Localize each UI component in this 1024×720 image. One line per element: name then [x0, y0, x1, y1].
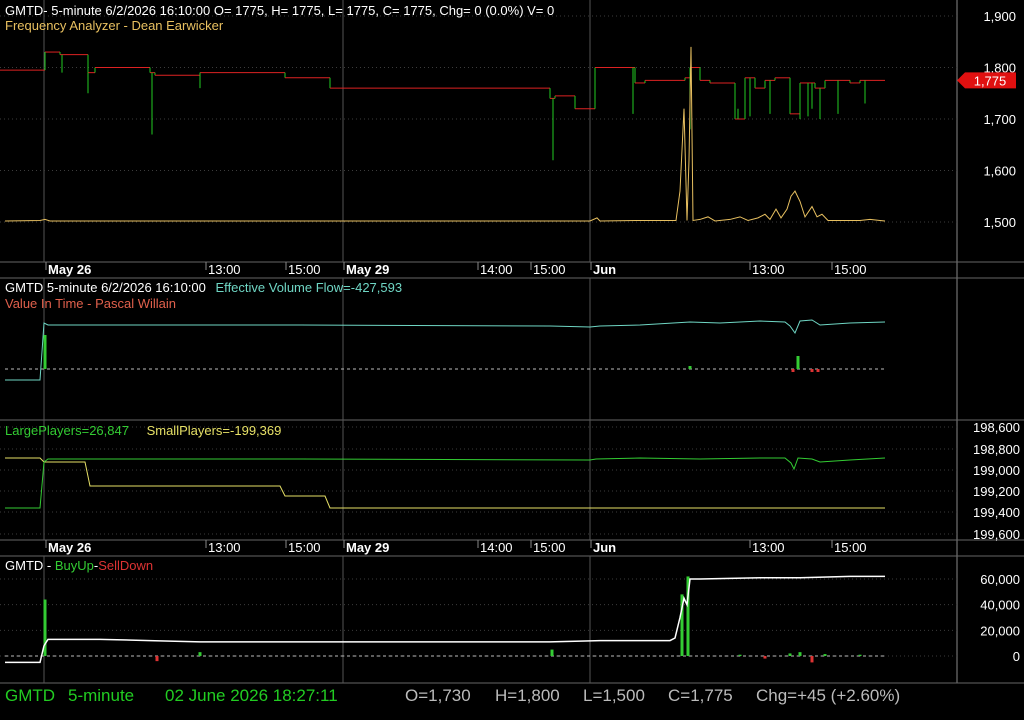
- x-tick-label: 15:00: [288, 262, 321, 277]
- x-tick-label: Jun: [593, 262, 616, 277]
- pane1-header: GMTD- 5-minute 6/2/2026 16:10:00 O= 1775…: [5, 3, 555, 18]
- selldown-bar: [810, 656, 814, 663]
- price-y-tick-label: 1,500: [983, 215, 1016, 230]
- chart-canvas: 1,5001,6001,7001,8001,9001,775May 26 13:0…: [0, 0, 1024, 720]
- x-tick-label: May 29: [346, 540, 389, 555]
- x-tick-label: 13:00: [208, 262, 241, 277]
- x-tick-label: 14:00: [480, 540, 513, 555]
- selldown-bar: [155, 656, 159, 662]
- x-tick-label: May 26: [48, 262, 91, 277]
- players-y-tick-label: 199,600: [973, 527, 1020, 542]
- status-bar: GMTD 5-minute 02 June 2026 18:27:11 O=1,…: [0, 684, 1024, 708]
- players-y-tick-label: 198,800: [973, 442, 1020, 457]
- vit-bar: [816, 369, 820, 372]
- vit-bar: [796, 356, 800, 369]
- status-symbol: GMTD: [5, 686, 56, 705]
- x-tick-label: 13:00: [752, 262, 785, 277]
- status-low: L=1,500: [583, 686, 645, 705]
- status-interval: 5-minute: [68, 686, 135, 705]
- status-datetime: 02 June 2026 18:27:11: [165, 686, 338, 705]
- pane3-header: LargePlayers=26,847 SmallPlayers=-199,36…: [5, 423, 281, 438]
- buyup-y-tick-label: 20,000: [980, 623, 1020, 638]
- x-tick-label: 13:00: [752, 540, 785, 555]
- players-y-tick-label: 199,000: [973, 463, 1020, 478]
- pane2-indicator-title: Value In Time - Pascal Willain: [5, 296, 176, 311]
- x-tick-label: 15:00: [533, 540, 566, 555]
- pane4-symbol: GMTD -: [5, 558, 55, 573]
- price-y-tick-label: 1,900: [983, 9, 1016, 24]
- x-tick-label: 14:00: [480, 262, 513, 277]
- players-y-tick-label: 199,400: [973, 505, 1020, 520]
- price-y-tick-label: 1,600: [983, 164, 1016, 179]
- buyup-y-tick-label: 40,000: [980, 598, 1020, 613]
- x-tick-label: 13:00: [208, 540, 241, 555]
- buyup-bar: [550, 649, 554, 656]
- x-tick-label: May 29: [346, 262, 389, 277]
- x-tick-label: May 26: [48, 540, 91, 555]
- pane2-header: GMTD 5-minute 6/2/2026 16:10:00 Effectiv…: [5, 280, 402, 295]
- x-tick-label: 15:00: [834, 540, 867, 555]
- status-high: H=1,800: [495, 686, 560, 705]
- price-y-tick-label: 1,700: [983, 112, 1016, 127]
- buyup-label: BuyUp: [54, 558, 94, 573]
- vit-bar: [791, 369, 795, 372]
- pane2-symbol-info: GMTD 5-minute 6/2/2026 16:10:00: [5, 280, 206, 295]
- large-players-value: LargePlayers=26,847: [5, 423, 129, 438]
- selldown-label: SellDown: [98, 558, 154, 573]
- buyup-bar: [798, 652, 802, 656]
- buyup-y-tick-label: 0: [1013, 649, 1020, 664]
- status-open: O=1,730: [405, 686, 471, 705]
- pane4-header: GMTD - BuyUp-SellDown: [5, 558, 153, 573]
- x-tick-label: 15:00: [533, 262, 566, 277]
- buyup-bar: [823, 654, 827, 656]
- buyup-bar: [858, 654, 862, 656]
- buyup-bar: [738, 654, 742, 656]
- pane2-volume-flow-value: Effective Volume Flow=-427,593: [215, 280, 403, 295]
- buyup-bar: [198, 652, 202, 656]
- vit-bar: [688, 366, 692, 369]
- status-change: Chg=+45 (+2.60%): [756, 686, 901, 705]
- background: [0, 0, 1024, 720]
- x-tick-label: Jun: [593, 540, 616, 555]
- buyup-bar: [788, 653, 792, 656]
- last-price-label: 1,775: [974, 73, 1007, 88]
- players-y-tick-label: 199,200: [973, 484, 1020, 499]
- players-y-tick-label: 198,600: [973, 420, 1020, 435]
- buyup-y-tick-label: 60,000: [980, 572, 1020, 587]
- vit-bar: [43, 335, 47, 369]
- selldown-bar: [763, 656, 767, 659]
- small-players-value: SmallPlayers=-199,369: [146, 423, 282, 438]
- x-tick-label: 15:00: [288, 540, 321, 555]
- status-close: C=1,775: [668, 686, 733, 705]
- pane1-indicator-title: Frequency Analyzer - Dean Earwicker: [5, 18, 224, 33]
- vit-bar: [810, 369, 814, 372]
- x-tick-label: 15:00: [834, 262, 867, 277]
